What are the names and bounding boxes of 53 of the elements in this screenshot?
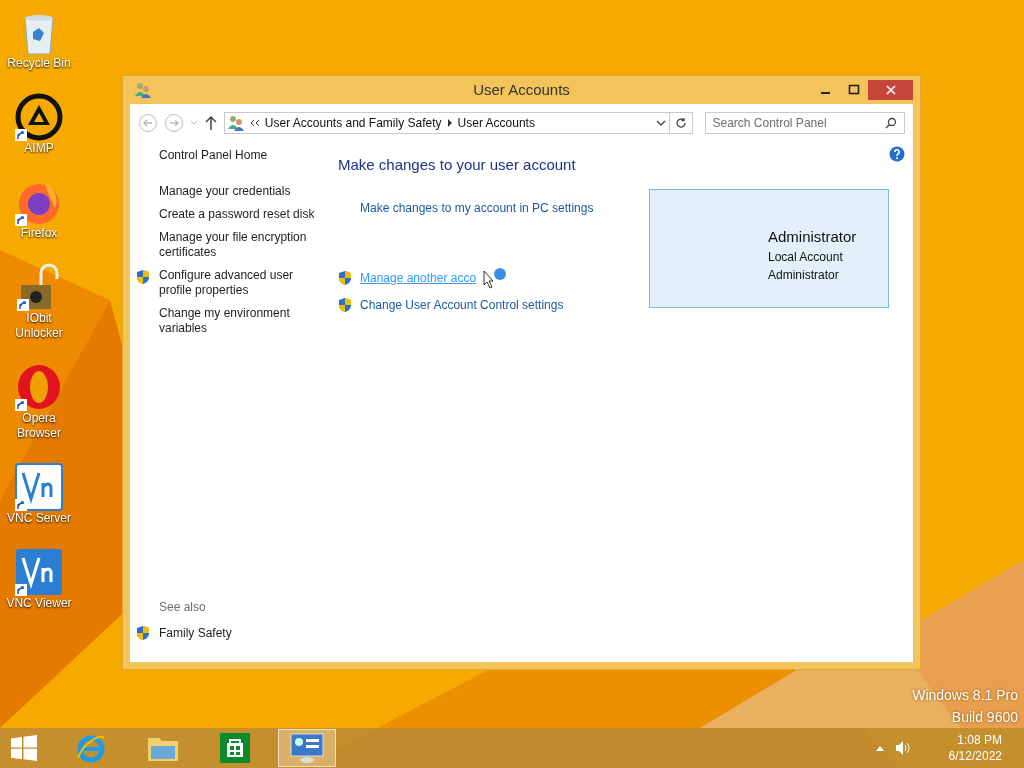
sidebar-link[interactable]: Create a password reset disk (159, 207, 319, 222)
account-role: Administrator (768, 267, 840, 284)
address-bar[interactable]: User Accounts and Family Safety User Accounts (223, 112, 670, 134)
sidebar-link[interactable]: Manage your credentials (159, 184, 319, 199)
sidebar-link[interactable]: Configure advanced user profile properties (159, 268, 319, 298)
overflow-chevrons-icon[interactable] (249, 119, 260, 127)
sidebar-link[interactable]: Manage your file encryption certificates (159, 230, 319, 260)
caret-up-icon[interactable] (874, 744, 885, 752)
dropdown-caret-icon[interactable] (654, 119, 667, 127)
taskbar-button[interactable] (278, 729, 336, 767)
shortcut-arrow-icon (15, 129, 27, 141)
search-field[interactable]: Search Control Panel (704, 112, 905, 134)
shield-icon (338, 269, 352, 286)
speaker-icon[interactable] (894, 740, 911, 756)
refresh-icon (674, 117, 687, 129)
refresh-button[interactable] (668, 112, 693, 134)
shortcut-arrow-icon (15, 399, 27, 411)
users-icon (134, 81, 152, 99)
search-icon (885, 117, 897, 129)
recycle-bin-icon (21, 12, 57, 56)
edition-text: Build 9600 (951, 708, 1018, 727)
shortcut-arrow-icon (15, 499, 27, 511)
sidebar-link[interactable]: Family Safety (159, 624, 232, 642)
shield-icon (338, 296, 352, 313)
page-heading: Make changes to your user account (338, 155, 577, 175)
shield-icon (136, 269, 150, 285)
vnc-tile-icon (15, 548, 63, 596)
ring-o-icon (15, 363, 63, 411)
edition-text: Windows 8.1 Pro (912, 686, 1018, 705)
up-arrow-icon[interactable] (203, 115, 218, 131)
breadcrumb-arrow-icon[interactable] (446, 119, 453, 127)
section-label: See also (158, 599, 207, 616)
vnc-tile-icon (15, 463, 63, 511)
users-icon (226, 114, 245, 132)
account-name: Administrator (768, 226, 858, 247)
triangle-ring-icon (15, 93, 63, 141)
shortcut-arrow-icon (15, 214, 27, 226)
shortcut-arrow-icon (15, 584, 27, 596)
monitor-icon (290, 732, 324, 764)
shield-icon (136, 625, 150, 641)
sidebar-link[interactable]: Control Panel Home (136, 146, 330, 164)
breadcrumb[interactable]: User Accounts and Family Safety (264, 114, 442, 132)
close-icon (885, 85, 896, 95)
window-title: User Accounts (473, 79, 570, 100)
shortcut-arrow-icon (17, 299, 29, 311)
windows-logo-icon (11, 735, 37, 761)
settings-link[interactable]: Make changes to my account in PC settings (360, 198, 648, 217)
help-icon[interactable] (889, 146, 905, 162)
account-type: Local Account (768, 249, 844, 266)
shopping-bag-icon (220, 733, 250, 763)
sidebar-link[interactable]: Change my environment variables (159, 306, 319, 336)
breadcrumb[interactable]: User Accounts (457, 114, 535, 132)
task-link[interactable]: Change User Account Control settings (360, 295, 564, 314)
